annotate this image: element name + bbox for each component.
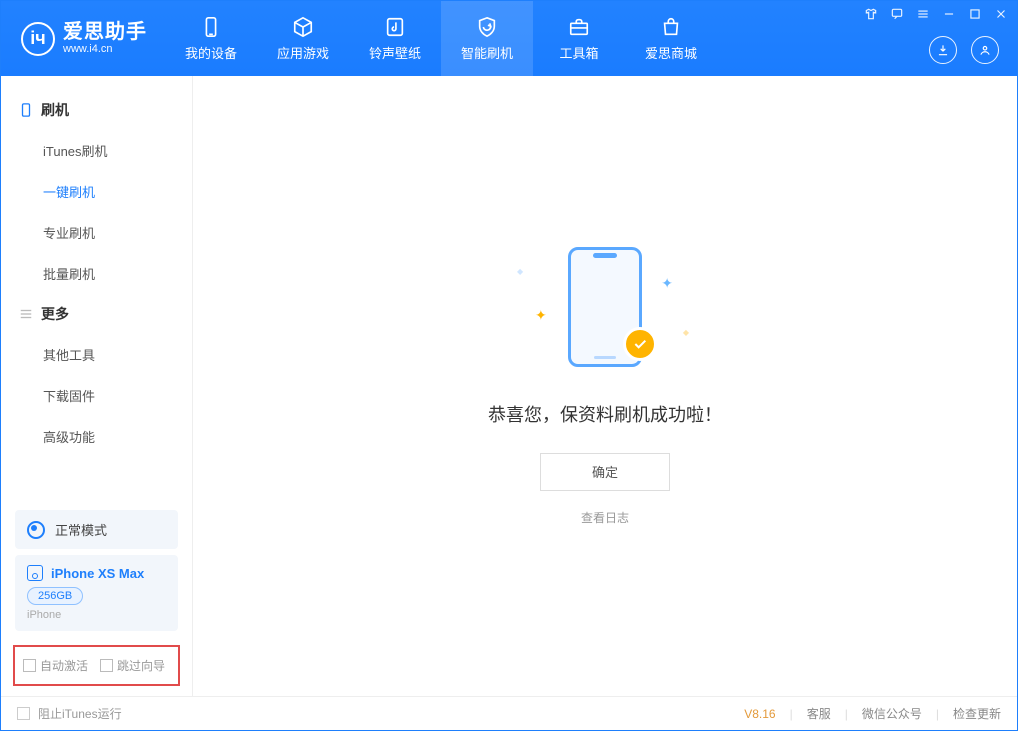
nav-apps[interactable]: 应用游戏 bbox=[257, 1, 349, 76]
app-subtitle: www.i4.cn bbox=[63, 43, 147, 55]
checkbox-auto-activate[interactable]: 自动激活 bbox=[23, 657, 88, 674]
success-illustration: ◆ ✦ ✦ ◆ bbox=[505, 247, 705, 377]
sidebar-item-download-firmware[interactable]: 下载固件 bbox=[1, 375, 192, 416]
version-label: V8.16 bbox=[744, 707, 775, 721]
bag-icon bbox=[659, 15, 683, 39]
main-content: ◆ ✦ ✦ ◆ 恭喜您，保资料刷机成功啦！ 确定 查看日志 bbox=[193, 76, 1017, 696]
device-type: iPhone bbox=[27, 609, 166, 621]
group-title: 更多 bbox=[41, 304, 69, 324]
skin-icon[interactable] bbox=[859, 3, 883, 25]
nav-label: 铃声壁纸 bbox=[369, 43, 421, 62]
sidebar-group-more: 更多 bbox=[1, 294, 192, 334]
device-storage-badge: 256GB bbox=[27, 587, 83, 605]
phone-icon bbox=[199, 15, 223, 39]
spark-icon: ✦ bbox=[661, 275, 673, 292]
nav-ringtones[interactable]: 铃声壁纸 bbox=[349, 1, 441, 76]
sidebar-item-advanced[interactable]: 高级功能 bbox=[1, 416, 192, 457]
minimize-button[interactable] bbox=[937, 3, 961, 25]
nav-my-device[interactable]: 我的设备 bbox=[165, 1, 257, 76]
sidebar-item-other-tools[interactable]: 其他工具 bbox=[1, 334, 192, 375]
footer: 阻止iTunes运行 V8.16 | 客服 | 微信公众号 | 检查更新 bbox=[1, 696, 1017, 730]
maximize-button[interactable] bbox=[963, 3, 987, 25]
logo: iч 爱思助手 www.i4.cn bbox=[1, 1, 165, 76]
nav-label: 智能刷机 bbox=[461, 43, 513, 62]
checkbox-skip-guide[interactable]: 跳过向导 bbox=[100, 657, 165, 674]
status-label: 正常模式 bbox=[55, 520, 107, 539]
spark-icon: ◆ bbox=[683, 328, 689, 337]
sidebar-item-oneclick-flash[interactable]: 一键刷机 bbox=[1, 171, 192, 212]
checkbox-icon bbox=[23, 659, 36, 672]
header-actions bbox=[929, 36, 999, 64]
footer-link-wechat[interactable]: 微信公众号 bbox=[862, 705, 922, 722]
device-name-row: iPhone XS Max bbox=[27, 565, 166, 581]
logo-text: 爱思助手 www.i4.cn bbox=[63, 21, 147, 55]
footer-link-service[interactable]: 客服 bbox=[807, 705, 831, 722]
logo-icon: iч bbox=[21, 22, 55, 56]
sidebar-item-pro-flash[interactable]: 专业刷机 bbox=[1, 212, 192, 253]
app-title: 爱思助手 bbox=[63, 21, 147, 43]
device-card[interactable]: iPhone XS Max 256GB iPhone bbox=[15, 555, 178, 631]
feedback-icon[interactable] bbox=[885, 3, 909, 25]
spark-icon: ✦ bbox=[535, 307, 547, 324]
app-window: iч 爱思助手 www.i4.cn 我的设备 应用游戏 铃声壁纸 智能刷机 bbox=[0, 0, 1018, 731]
footer-right: V8.16 | 客服 | 微信公众号 | 检查更新 bbox=[744, 705, 1001, 722]
mode-icon bbox=[27, 521, 45, 539]
device-name: iPhone XS Max bbox=[51, 566, 144, 581]
sidebar: 刷机 iTunes刷机 一键刷机 专业刷机 批量刷机 更多 其他工具 下载固件 … bbox=[1, 76, 193, 696]
list-icon bbox=[19, 307, 33, 321]
toolbox-icon bbox=[567, 15, 591, 39]
device-icon bbox=[19, 103, 33, 117]
user-icon[interactable] bbox=[971, 36, 999, 64]
group-title: 刷机 bbox=[41, 100, 69, 120]
sidebar-item-batch-flash[interactable]: 批量刷机 bbox=[1, 253, 192, 294]
main-nav: 我的设备 应用游戏 铃声壁纸 智能刷机 工具箱 爱思商城 bbox=[165, 1, 717, 76]
close-button[interactable] bbox=[989, 3, 1013, 25]
music-icon bbox=[383, 15, 407, 39]
nav-label: 应用游戏 bbox=[277, 43, 329, 62]
menu-icon[interactable] bbox=[911, 3, 935, 25]
footer-link-update[interactable]: 检查更新 bbox=[953, 705, 1001, 722]
success-message: 恭喜您，保资料刷机成功啦！ bbox=[488, 401, 722, 427]
nav-label: 我的设备 bbox=[185, 43, 237, 62]
checkbox-block-itunes[interactable]: 阻止iTunes运行 bbox=[17, 705, 122, 722]
device-mode-status[interactable]: 正常模式 bbox=[15, 510, 178, 549]
sidebar-item-itunes-flash[interactable]: iTunes刷机 bbox=[1, 130, 192, 171]
spark-icon: ◆ bbox=[517, 267, 523, 276]
nav-flash[interactable]: 智能刷机 bbox=[441, 1, 533, 76]
cube-icon bbox=[291, 15, 315, 39]
flash-options-highlight: 自动激活 跳过向导 bbox=[13, 645, 180, 686]
refresh-shield-icon bbox=[475, 15, 499, 39]
footer-left: 阻止iTunes运行 bbox=[17, 705, 122, 722]
header: iч 爱思助手 www.i4.cn 我的设备 应用游戏 铃声壁纸 智能刷机 bbox=[1, 1, 1017, 76]
nav-label: 工具箱 bbox=[559, 43, 598, 62]
checkbox-icon bbox=[100, 659, 113, 672]
ok-button[interactable]: 确定 bbox=[540, 453, 670, 491]
window-controls bbox=[859, 3, 1013, 25]
checkbox-icon bbox=[17, 707, 30, 720]
device-phone-icon bbox=[27, 565, 43, 581]
nav-store[interactable]: 爱思商城 bbox=[625, 1, 717, 76]
sidebar-group-flash: 刷机 bbox=[1, 90, 192, 130]
check-badge-icon bbox=[623, 327, 657, 361]
view-log-link[interactable]: 查看日志 bbox=[581, 509, 629, 526]
download-icon[interactable] bbox=[929, 36, 957, 64]
body: 刷机 iTunes刷机 一键刷机 专业刷机 批量刷机 更多 其他工具 下载固件 … bbox=[1, 76, 1017, 696]
nav-label: 爱思商城 bbox=[645, 43, 697, 62]
nav-toolbox[interactable]: 工具箱 bbox=[533, 1, 625, 76]
